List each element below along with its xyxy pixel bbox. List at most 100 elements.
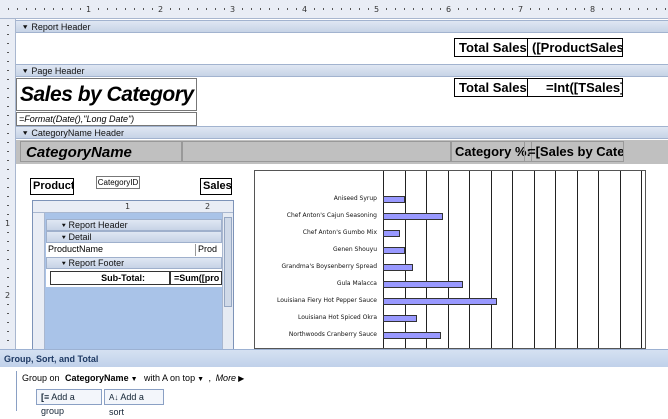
ruler-tick: [485, 8, 486, 10]
ruler-tick: [278, 8, 279, 10]
chart-category-label: Grandma's Boysenberry Spread: [281, 263, 377, 270]
ruler-tick: [7, 286, 9, 287]
chart-category-label: Chef Anton's Cajun Seasoning: [286, 212, 377, 219]
group-sort-title[interactable]: Group, Sort, and Total: [0, 349, 668, 367]
report-title[interactable]: Sales by Category: [16, 78, 197, 111]
chart-bar: [383, 332, 442, 339]
ruler-tick: [125, 8, 126, 10]
chart-bar: [383, 315, 418, 322]
ruler-tick: [35, 8, 36, 10]
ruler-tick: [7, 241, 9, 242]
sub-report-footer-bar[interactable]: ⯆ Report Footer: [46, 257, 222, 269]
section-collapse-icon: ⯆: [22, 129, 29, 138]
ruler-tick: [260, 8, 261, 10]
ruler-tick: [7, 151, 9, 152]
ruler-number: 5: [374, 5, 380, 14]
ruler-tick: [458, 8, 459, 10]
ruler-tick: [530, 8, 531, 10]
product-name-field[interactable]: ProductName: [46, 244, 196, 256]
subtotal-value[interactable]: =Sum([pro: [170, 271, 222, 285]
ruler-tick: [539, 8, 540, 10]
play-right-icon[interactable]: ▶: [238, 374, 244, 383]
ruler-tick: [197, 8, 198, 10]
chart-bar: [383, 298, 497, 305]
ruler-tick: [656, 8, 657, 10]
report-header-bar[interactable]: ⯆ Report Header: [16, 20, 668, 33]
ruler-tick: [26, 8, 27, 10]
ruler-tick: [188, 8, 189, 10]
ruler-tick: [359, 8, 360, 10]
chart-bar: [383, 264, 414, 271]
chart-gridline: [619, 171, 621, 348]
subreport-scrollbar[interactable]: [222, 213, 233, 350]
chevron-down-icon[interactable]: ▼: [131, 376, 138, 383]
ruler-tick: [152, 8, 153, 10]
scrollbar-thumb[interactable]: [224, 217, 232, 307]
add-group-button[interactable]: [≡ Add a group: [36, 389, 102, 416]
ruler-tick: [7, 169, 9, 170]
chart-category-label: Chef Anton's Gumbo Mix: [302, 229, 377, 236]
group-on-row[interactable]: Group on CategoryName ▼ with A on top ▼ , …: [22, 371, 252, 385]
report-header-label: Report Header: [31, 22, 91, 32]
chart-bar: [383, 196, 405, 203]
chart-category-label: Genen Shouyu: [333, 246, 377, 253]
category-id-field[interactable]: CategoryID: [96, 176, 140, 189]
page-header-bar[interactable]: ⯆ Page Header: [16, 64, 668, 77]
page-header-area: Sales by Category =Format(Date(),"Long D…: [16, 78, 668, 126]
chart-category-label: Louisiana Fiery Hot Pepper Sauce: [276, 297, 377, 304]
ruler-tick: [7, 34, 9, 35]
sort-az-icon: A↓: [109, 393, 119, 402]
chart-bar: [383, 230, 401, 237]
product-sales-field[interactable]: Prod: [198, 244, 222, 256]
add-sort-button[interactable]: A↓ Add a sort: [104, 389, 164, 417]
sales-label[interactable]: Sales:: [200, 178, 232, 195]
ruler-tick: [206, 8, 207, 10]
ruler-tick: [98, 8, 99, 10]
ruler-tick: [134, 8, 135, 10]
chart-gridline: [598, 171, 599, 348]
chart-gridline: [576, 171, 578, 348]
more-link[interactable]: More: [216, 373, 237, 383]
ruler-tick: [575, 8, 576, 10]
group-field-dropdown[interactable]: CategoryName: [65, 373, 129, 383]
date-expression[interactable]: =Format(Date(),"Long Date"): [16, 112, 197, 126]
ruler-tick: [512, 8, 513, 10]
ruler-tick: [503, 8, 504, 10]
ruler-tick: [7, 88, 9, 89]
ruler-tick: [7, 214, 9, 215]
group-on-label: Group on: [22, 373, 60, 383]
ruler-tick: [7, 79, 9, 80]
product-label[interactable]: Product:: [30, 178, 74, 195]
subreport-ruler: 1 2: [33, 201, 233, 213]
ruler-tick: [44, 8, 45, 10]
chart-gridline: [533, 171, 535, 348]
subreport-vertical-ruler: [33, 213, 45, 350]
detail-area: Product: CategoryID Sales: 1 2 ⯆ Report …: [16, 164, 668, 350]
total-sales-value[interactable]: ([ProductSales]): [527, 38, 623, 57]
sales-chart[interactable]: Aniseed Syrup Chef Anton's Cajun Seasonin…: [254, 170, 646, 349]
chevron-down-icon[interactable]: ▼: [197, 376, 204, 383]
chart-gridline: [555, 171, 556, 348]
ruler-tick: [395, 8, 396, 10]
ruler-tick: [404, 8, 405, 10]
sub-report-header-bar[interactable]: ⯆ Report Header: [46, 219, 222, 231]
ruler-tick: [7, 124, 9, 125]
ruler-tick: [638, 8, 639, 10]
sort-order-dropdown[interactable]: with A on top: [144, 373, 195, 383]
ruler-tick: [7, 259, 9, 260]
ruler-tick: [7, 322, 9, 323]
subreport-control[interactable]: 1 2 ⯆ Report Header ⯆ Detail ProductName…: [32, 200, 234, 350]
category-pct-label[interactable]: Category %:: [450, 141, 532, 162]
subtotal-label[interactable]: Sub-Total:: [50, 271, 170, 285]
chart-gridline: [490, 171, 492, 348]
section-collapse-icon: ⯆: [61, 261, 69, 268]
chart-bar: [383, 281, 463, 288]
sub-ruler-number: 2: [205, 202, 211, 211]
comma-separator: ,: [208, 373, 212, 383]
category-header-bar[interactable]: ⯆ CategoryName Header: [16, 126, 668, 139]
category-name-field[interactable]: CategoryName: [20, 141, 182, 162]
page-total-sales-value[interactable]: =Int([TSales]): [527, 78, 623, 97]
ruler-tick: [287, 8, 288, 10]
category-pct-value[interactable]: =[Sales by Categ: [524, 141, 624, 162]
sub-detail-bar[interactable]: ⯆ Detail: [46, 231, 222, 243]
